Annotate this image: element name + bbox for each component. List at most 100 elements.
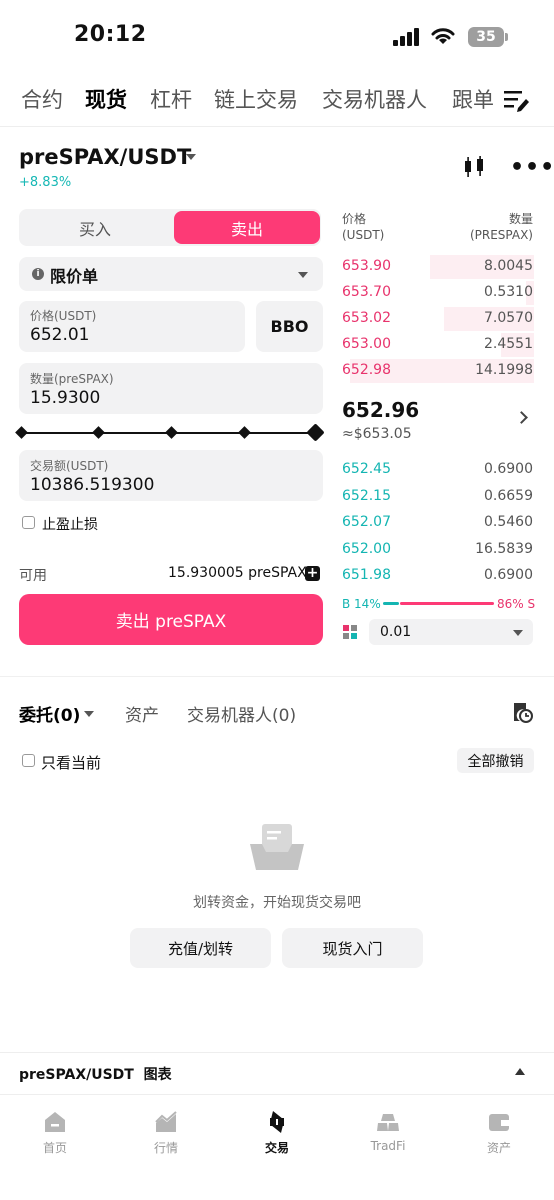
tab-bot-orders[interactable]: 交易机器人(0) bbox=[187, 701, 296, 726]
sell-submit-button[interactable]: 卖出 preSPAX bbox=[19, 594, 323, 645]
top-tab-bar: 合约 现货 杠杆 链上交易 交易机器人 跟单 bbox=[0, 80, 500, 120]
menu-edit-icon[interactable] bbox=[504, 88, 530, 112]
ask-row[interactable]: 653.02 7.0570 bbox=[342, 307, 534, 331]
ob-qty-header: 数量 (PRESPAX) bbox=[470, 211, 533, 243]
slider-handle[interactable] bbox=[306, 423, 325, 442]
tab-spot[interactable]: 现货 bbox=[85, 84, 127, 114]
candlestick-chart-icon[interactable] bbox=[462, 156, 486, 178]
transfer-plus-icon[interactable]: + bbox=[305, 566, 320, 581]
bid-price: 652.00 bbox=[342, 541, 391, 557]
buy-ratio-bar bbox=[383, 602, 399, 605]
ask-price: 653.70 bbox=[342, 284, 391, 300]
sell-tab[interactable]: 卖出 bbox=[174, 211, 320, 244]
amount-input[interactable]: 10386.519300 bbox=[30, 475, 154, 495]
tab-open-orders[interactable]: 委托(0) bbox=[19, 701, 80, 726]
nav-trade-label: 交易 bbox=[264, 1141, 289, 1155]
gold-bars-icon bbox=[377, 1114, 399, 1131]
nav-home-label: 首页 bbox=[42, 1141, 67, 1155]
ask-qty: 7.0570 bbox=[484, 310, 533, 326]
ob-price-header-unit: (USDT) bbox=[342, 228, 385, 242]
available-value: 15.930005 preSPAX bbox=[168, 565, 307, 581]
home-icon bbox=[45, 1112, 65, 1132]
pair-name[interactable]: preSPAX/USDT bbox=[19, 145, 191, 169]
slider-mark-50[interactable] bbox=[165, 426, 178, 439]
bid-price: 652.07 bbox=[342, 514, 391, 530]
chevron-right-icon[interactable] bbox=[515, 411, 528, 424]
quantity-input[interactable]: 15.9300 bbox=[30, 388, 100, 408]
quantity-label: 数量(preSPAX) bbox=[30, 372, 114, 386]
buy-ratio: B 14% bbox=[342, 597, 381, 611]
bid-qty: 0.6900 bbox=[484, 461, 533, 477]
tpsl-checkbox[interactable] bbox=[22, 516, 35, 529]
slider-mark-75[interactable] bbox=[238, 426, 251, 439]
nav-markets-label: 行情 bbox=[153, 1141, 178, 1155]
buy-tab[interactable]: 买入 bbox=[19, 209, 171, 246]
ob-qty-header-label: 数量 bbox=[508, 212, 533, 226]
bid-price: 652.45 bbox=[342, 461, 391, 477]
bid-qty: 16.5839 bbox=[475, 541, 533, 557]
pair-dropdown-icon[interactable] bbox=[186, 154, 196, 160]
bid-price: 651.98 bbox=[342, 567, 391, 583]
price-label: 价格(USDT) bbox=[30, 309, 97, 323]
last-price: 652.96 bbox=[342, 398, 420, 422]
ask-qty: 14.1998 bbox=[475, 362, 533, 378]
ask-price: 653.90 bbox=[342, 258, 391, 274]
ask-row[interactable]: 653.70 0.5310 bbox=[342, 281, 534, 305]
ask-price: 653.02 bbox=[342, 310, 391, 326]
chevron-up-icon[interactable] bbox=[515, 1068, 525, 1075]
last-price-usd: ≈$653.05 bbox=[342, 426, 412, 442]
sell-ratio: 86% S bbox=[497, 597, 536, 611]
bbo-button[interactable]: BBO bbox=[256, 301, 323, 352]
price-input[interactable]: 652.01 bbox=[30, 325, 89, 345]
chevron-down-icon[interactable] bbox=[84, 711, 94, 717]
depth-mode-icon[interactable] bbox=[343, 625, 357, 639]
chart-divider bbox=[0, 1052, 554, 1053]
tpsl-label[interactable]: 止盈止损 bbox=[42, 514, 98, 534]
more-options-icon[interactable]: ••• bbox=[510, 157, 554, 179]
bid-row[interactable]: 652.15 0.6659 bbox=[342, 485, 534, 509]
ask-row[interactable]: 653.90 8.0045 bbox=[342, 255, 534, 279]
tab-copy-trading[interactable]: 跟单 bbox=[452, 84, 494, 114]
bid-qty: 0.5460 bbox=[484, 514, 533, 530]
markets-chart-icon bbox=[155, 1111, 177, 1132]
battery-icon: 35 bbox=[468, 27, 504, 47]
info-icon[interactable]: i bbox=[32, 268, 44, 280]
tab-assets[interactable]: 资产 bbox=[125, 701, 159, 726]
ask-row[interactable]: 652.98 14.1998 bbox=[342, 359, 534, 383]
amount-label: 交易额(USDT) bbox=[30, 459, 109, 473]
tab-futures[interactable]: 合约 bbox=[21, 84, 63, 114]
wallet-icon bbox=[489, 1114, 509, 1131]
bottom-nav: 首页 行情 交易 TradFi 资产 bbox=[0, 1094, 554, 1200]
chart-toggle-label[interactable]: preSPAX/USDT 图表 bbox=[19, 1064, 172, 1084]
price-change: +8.83% bbox=[19, 175, 72, 190]
bid-row[interactable]: 652.07 0.5460 bbox=[342, 511, 534, 535]
only-current-label[interactable]: 只看当前 bbox=[41, 752, 101, 773]
available-label: 可用 bbox=[19, 568, 47, 584]
ask-qty: 2.4551 bbox=[484, 336, 533, 352]
chevron-down-icon bbox=[513, 630, 523, 636]
cancel-all-button[interactable]: 全部撤销 bbox=[457, 748, 534, 773]
tab-margin[interactable]: 杠杆 bbox=[150, 84, 192, 114]
bid-row[interactable]: 652.00 16.5839 bbox=[342, 538, 534, 562]
ask-row[interactable]: 653.00 2.4551 bbox=[342, 333, 534, 357]
bid-qty: 0.6900 bbox=[484, 567, 533, 583]
trade-icon bbox=[270, 1111, 284, 1133]
spot-guide-button[interactable]: 现货入门 bbox=[282, 928, 423, 968]
tab-onchain[interactable]: 链上交易 bbox=[214, 84, 298, 114]
bid-row[interactable]: 652.45 0.6900 bbox=[342, 458, 534, 482]
deposit-transfer-button[interactable]: 充值/划转 bbox=[130, 928, 271, 968]
ob-price-header: 价格 (USDT) bbox=[342, 211, 384, 243]
ob-price-header-label: 价格 bbox=[342, 212, 367, 226]
order-history-icon[interactable] bbox=[511, 701, 533, 723]
ob-qty-header-unit: (PRESPAX) bbox=[469, 228, 533, 242]
cellular-signal-icon bbox=[393, 28, 421, 46]
slider-mark-25[interactable] bbox=[92, 426, 105, 439]
empty-document-icon bbox=[250, 824, 304, 870]
tab-trading-bots[interactable]: 交易机器人 bbox=[322, 84, 427, 114]
ask-price: 652.98 bbox=[342, 362, 391, 378]
only-current-checkbox[interactable] bbox=[22, 754, 35, 767]
ask-qty: 0.5310 bbox=[484, 284, 533, 300]
slider-mark-0[interactable] bbox=[15, 426, 28, 439]
header-divider bbox=[0, 126, 554, 127]
bid-row[interactable]: 651.98 0.6900 bbox=[342, 564, 534, 588]
